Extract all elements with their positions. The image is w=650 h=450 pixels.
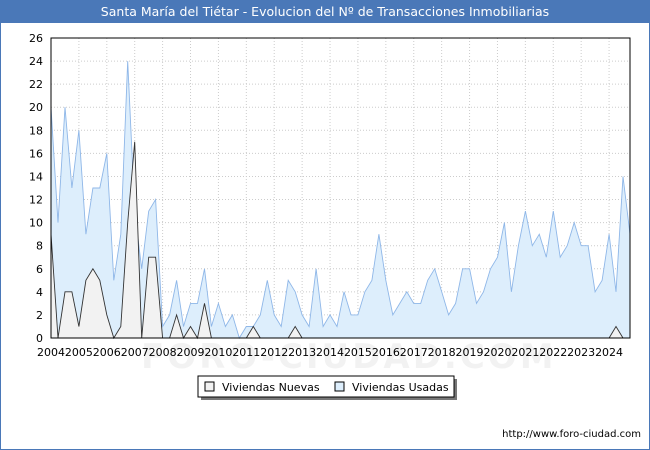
x-tick-label: 2006	[93, 346, 121, 359]
y-tick-label: 0	[36, 332, 43, 345]
x-tick-label: 2011	[232, 346, 260, 359]
x-tick-label: 2020	[483, 346, 511, 359]
x-tick-label: 2018	[428, 346, 456, 359]
x-tick-label: 2005	[65, 346, 93, 359]
x-tick-label: 2008	[149, 346, 177, 359]
y-tick-label: 14	[29, 170, 43, 183]
y-tick-label: 24	[29, 55, 43, 68]
y-tick-label: 8	[36, 240, 43, 253]
y-tick-label: 26	[29, 32, 43, 45]
x-tick-label: 2009	[177, 346, 205, 359]
y-tick-label: 6	[36, 263, 43, 276]
y-tick-label: 20	[29, 101, 43, 114]
legend-swatch	[204, 381, 215, 392]
x-tick-label: 2010	[204, 346, 232, 359]
y-tick-label: 12	[29, 194, 43, 207]
chart-frame: Santa María del Tiétar - Evolucion del N…	[0, 0, 650, 450]
x-tick-label: 2023	[567, 346, 595, 359]
legend-label: Viviendas Usadas	[352, 381, 449, 394]
y-tick-label: 16	[29, 147, 43, 160]
chart-svg: 024681012141618202224262004 2005 2006 2007 2…	[29, 32, 631, 400]
legend-label: Viviendas Nuevas	[222, 381, 320, 394]
x-tick-label: 2021	[511, 346, 539, 359]
x-tick-label: 2017	[400, 346, 428, 359]
y-tick-label: 2	[36, 309, 43, 322]
x-tick-label: 2019	[456, 346, 484, 359]
x-tick-label: 2014	[316, 346, 344, 359]
legend: Viviendas Nuevas Viviendas Usadas	[197, 375, 457, 400]
y-tick-label: 18	[29, 124, 43, 137]
y-tick-label: 22	[29, 78, 43, 91]
x-tick-label: 2024	[595, 346, 623, 359]
x-tick-label: 2012	[260, 346, 288, 359]
y-tick-label: 10	[29, 217, 43, 230]
x-tick-label: 2013	[288, 346, 316, 359]
x-tick-label: 2015	[344, 346, 372, 359]
x-tick-label: 2022	[539, 346, 567, 359]
y-tick-label: 4	[36, 286, 43, 299]
x-tick-label: 2016	[372, 346, 400, 359]
x-tick-label: 2004	[37, 346, 65, 359]
legend-swatch	[334, 381, 345, 392]
x-tick-label: 2007	[121, 346, 149, 359]
footer-url: http://www.foro-ciudad.com	[502, 429, 641, 440]
